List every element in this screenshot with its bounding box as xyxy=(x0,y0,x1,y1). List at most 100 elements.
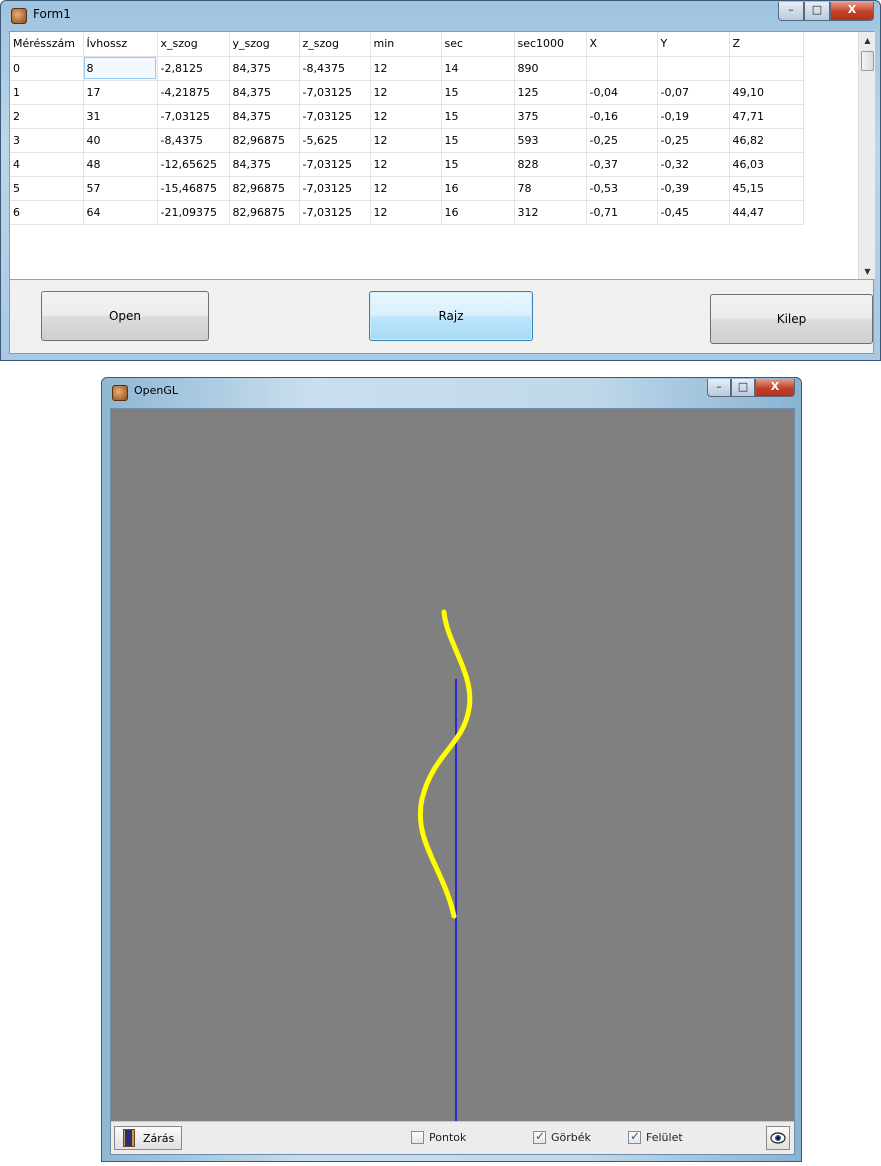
scroll-up-icon[interactable]: ▲ xyxy=(859,32,875,49)
row-header-cell[interactable]: 3 xyxy=(10,128,84,153)
table-cell[interactable]: 14 xyxy=(441,56,515,81)
table-cell[interactable]: 12 xyxy=(370,200,442,225)
table-cell[interactable]: -7,03125 xyxy=(299,152,371,177)
table-cell[interactable]: -12,65625 xyxy=(157,152,230,177)
column-header-sec[interactable]: sec xyxy=(441,32,515,57)
table-cell[interactable]: 84,375 xyxy=(229,56,300,81)
table-cell[interactable]: -0,71 xyxy=(586,200,658,225)
table-cell[interactable]: 12 xyxy=(370,176,442,201)
data-grid[interactable]: Mérésszám Ívhossz x_szog y_szog z_szog m… xyxy=(10,32,875,280)
table-cell[interactable]: 57 xyxy=(83,176,158,201)
column-header-min[interactable]: min xyxy=(370,32,442,57)
eye-view-button[interactable] xyxy=(766,1126,790,1150)
row-header-cell[interactable]: 0 xyxy=(10,56,84,81)
table-cell[interactable]: 82,96875 xyxy=(229,128,300,153)
table-cell[interactable]: -5,625 xyxy=(299,128,371,153)
form1-titlebar[interactable]: Form1 – □ X xyxy=(1,1,880,31)
table-cell[interactable]: 12 xyxy=(370,80,442,105)
table-cell[interactable]: 15 xyxy=(441,104,515,129)
gorbek-checkbox[interactable]: ✓ Görbék xyxy=(533,1129,591,1144)
table-cell[interactable]: -0,07 xyxy=(657,80,730,105)
table-cell[interactable]: 828 xyxy=(514,152,587,177)
table-cell[interactable]: 84,375 xyxy=(229,104,300,129)
column-header-y-szog[interactable]: y_szog xyxy=(229,32,300,57)
open-button[interactable]: Open xyxy=(41,291,209,341)
table-cell[interactable]: -15,46875 xyxy=(157,176,230,201)
table-cell[interactable]: -0,53 xyxy=(586,176,658,201)
column-header-z-szog[interactable]: z_szog xyxy=(299,32,371,57)
scroll-down-icon[interactable]: ▼ xyxy=(859,263,875,279)
table-row[interactable]: 3 40 -8,4375 82,96875 -5,625 12 15 593 -0,25 -0,2… xyxy=(10,128,804,153)
table-cell[interactable]: 16 xyxy=(441,200,515,225)
table-cell[interactable]: -7,03125 xyxy=(157,104,230,129)
table-cell[interactable]: 84,375 xyxy=(229,80,300,105)
column-header-meresszam[interactable]: Mérésszám xyxy=(10,32,84,57)
table-cell[interactable]: 49,10 xyxy=(729,80,804,105)
table-cell[interactable]: 64 xyxy=(83,200,158,225)
table-cell[interactable]: 890 xyxy=(514,56,587,81)
opengl-titlebar[interactable]: OpenGL – □ X xyxy=(102,378,801,408)
table-cell[interactable]: -21,09375 xyxy=(157,200,230,225)
table-cell[interactable]: 17 xyxy=(83,80,158,105)
table-row[interactable]: 4 48 -12,65625 84,375 -7,03125 12 15 828 -0,37 -0… xyxy=(10,152,804,177)
table-cell[interactable] xyxy=(657,56,730,81)
scrollbar-thumb[interactable] xyxy=(861,51,874,71)
rajz-button[interactable]: Rajz xyxy=(369,291,533,341)
table-cell[interactable]: 48 xyxy=(83,152,158,177)
table-row[interactable]: 1 17 -4,21875 84,375 -7,03125 12 15 125 -0,04 -0,… xyxy=(10,80,804,105)
table-cell[interactable]: 312 xyxy=(514,200,587,225)
column-header-z[interactable]: Z xyxy=(729,32,804,57)
table-cell[interactable]: -0,45 xyxy=(657,200,730,225)
felulet-checkbox-box[interactable]: ✓ xyxy=(628,1129,641,1144)
table-cell[interactable]: 12 xyxy=(370,56,442,81)
table-cell[interactable]: -0,25 xyxy=(657,128,730,153)
maximize-button[interactable]: □ xyxy=(804,2,830,21)
minimize-button[interactable]: – xyxy=(778,2,804,21)
zaras-button[interactable]: Zárás xyxy=(114,1126,182,1150)
opengl-viewport[interactable] xyxy=(111,409,794,1121)
minimize-button[interactable]: – xyxy=(707,379,731,397)
row-header-cell[interactable]: 1 xyxy=(10,80,84,105)
table-cell[interactable]: -0,16 xyxy=(586,104,658,129)
table-cell[interactable] xyxy=(586,56,658,81)
table-cell[interactable]: -4,21875 xyxy=(157,80,230,105)
table-cell[interactable]: 40 xyxy=(83,128,158,153)
row-header-cell[interactable]: 4 xyxy=(10,152,84,177)
table-cell[interactable]: 15 xyxy=(441,152,515,177)
row-header-cell[interactable]: 2 xyxy=(10,104,84,129)
column-header-x[interactable]: X xyxy=(586,32,658,57)
table-cell[interactable]: 15 xyxy=(441,128,515,153)
table-cell[interactable]: 8 xyxy=(83,56,158,81)
table-cell[interactable]: -0,25 xyxy=(586,128,658,153)
table-row[interactable]: 6 64 -21,09375 82,96875 -7,03125 12 16 312 -0,71… xyxy=(10,200,804,225)
grid-vertical-scrollbar[interactable]: ▲ ▼ xyxy=(858,32,875,279)
column-header-ivhossz[interactable]: Ívhossz xyxy=(83,32,158,57)
table-cell[interactable]: -7,03125 xyxy=(299,200,371,225)
table-cell[interactable]: 12 xyxy=(370,128,442,153)
table-row[interactable]: 5 57 -15,46875 82,96875 -7,03125 12 16 78 -0,53-… xyxy=(10,176,804,201)
column-header-y[interactable]: Y xyxy=(657,32,730,57)
table-cell[interactable]: -0,32 xyxy=(657,152,730,177)
table-cell[interactable]: -7,03125 xyxy=(299,176,371,201)
table-cell[interactable]: 82,96875 xyxy=(229,176,300,201)
kilep-button[interactable]: Kilep xyxy=(710,294,873,344)
table-cell[interactable]: 44,47 xyxy=(729,200,804,225)
table-cell[interactable] xyxy=(729,56,804,81)
close-button[interactable]: X xyxy=(755,379,795,397)
table-cell[interactable]: 31 xyxy=(83,104,158,129)
table-cell[interactable]: 84,375 xyxy=(229,152,300,177)
table-cell[interactable]: -8,4375 xyxy=(299,56,371,81)
table-cell[interactable]: -2,8125 xyxy=(157,56,230,81)
table-cell[interactable]: 12 xyxy=(370,104,442,129)
table-cell[interactable]: 45,15 xyxy=(729,176,804,201)
table-cell[interactable]: -7,03125 xyxy=(299,80,371,105)
table-cell[interactable]: 125 xyxy=(514,80,587,105)
table-cell[interactable]: -0,19 xyxy=(657,104,730,129)
table-cell[interactable]: 16 xyxy=(441,176,515,201)
felulet-checkbox[interactable]: ✓ Felület xyxy=(628,1129,683,1144)
table-cell[interactable]: -0,04 xyxy=(586,80,658,105)
table-row[interactable]: 0 8 -2,8125 84,375 -8,4375 12 14 890 xyxy=(10,56,804,81)
row-header-cell[interactable]: 5 xyxy=(10,176,84,201)
table-cell[interactable]: -0,37 xyxy=(586,152,658,177)
table-cell[interactable]: 593 xyxy=(514,128,587,153)
